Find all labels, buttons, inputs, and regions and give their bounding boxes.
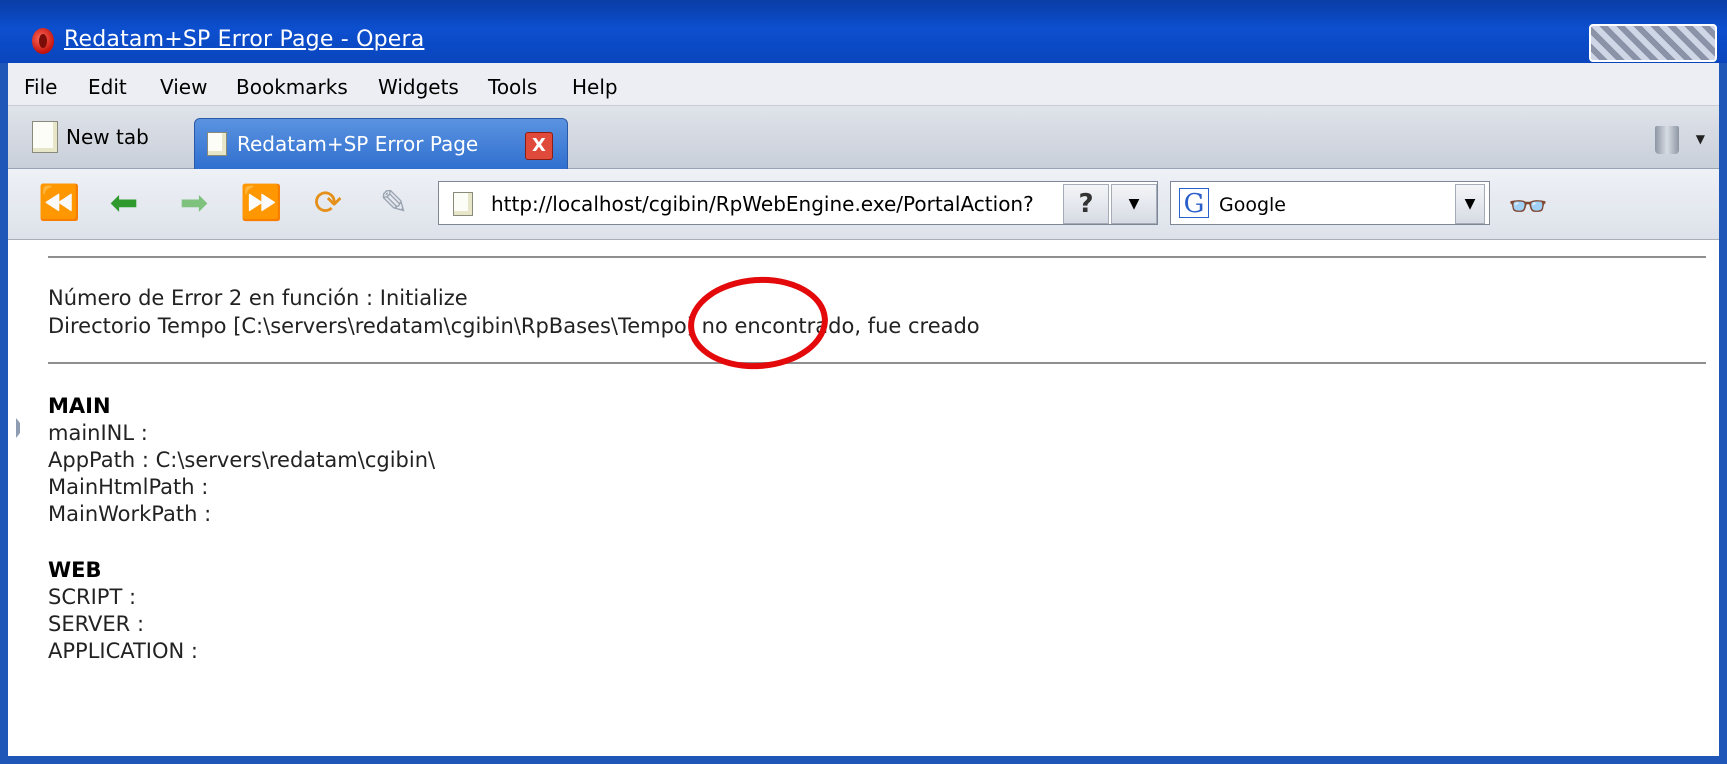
web-item-server: SERVER : (48, 612, 145, 636)
tab-active[interactable]: Redatam+SP Error Page X (194, 118, 568, 169)
section-heading-web: WEB (48, 558, 102, 582)
new-page-icon (32, 121, 58, 153)
menu-widgets[interactable]: Widgets (378, 75, 459, 99)
title-bar: Redatam+SP Error Page - Opera (0, 0, 1727, 63)
tab-bar: New tab Redatam+SP Error Page X ▼ (8, 106, 1719, 169)
error-number: Número de Error 2 en función : Initializ… (48, 286, 468, 310)
page-content: Número de Error 2 en función : Initializ… (20, 240, 1719, 756)
new-tab-button[interactable]: New tab (32, 113, 149, 161)
site-info-button[interactable]: ? (1063, 184, 1109, 224)
address-bar[interactable]: http://localhost/cgibin/RpWebEngine.exe/… (438, 181, 1158, 225)
back-icon[interactable]: ⬅ (104, 183, 144, 223)
opera-logo-icon (32, 28, 54, 54)
menu-help[interactable]: Help (572, 75, 618, 99)
fast-forward-icon[interactable]: ⏩ (240, 183, 282, 223)
window-controls[interactable] (1589, 24, 1717, 62)
main-item-mainhtmlpath: MainHtmlPath : (48, 475, 209, 499)
menu-bar: File Edit View Bookmarks Widgets Tools H… (8, 63, 1719, 106)
menu-edit[interactable]: Edit (88, 75, 127, 99)
navigation-toolbar: ⏪ ⬅ ➡ ⏩ ⟳ ✎ http://localhost/cgibin/RpWe… (8, 169, 1719, 240)
error-message: Directorio Tempo [C:\servers\redatam\cgi… (48, 314, 980, 338)
trash-icon[interactable] (1655, 126, 1679, 154)
chevron-down-icon[interactable]: ▼ (1696, 132, 1705, 146)
glasses-icon[interactable]: 👓 (1508, 187, 1548, 225)
page-icon (453, 192, 473, 216)
main-item-apppath: AppPath : C:\servers\redatam\cgibin\ (48, 448, 436, 472)
section-heading-main: MAIN (48, 394, 111, 418)
search-input[interactable]: Google (1219, 194, 1286, 216)
reload-icon[interactable]: ⟳ (308, 183, 348, 223)
menu-bookmarks[interactable]: Bookmarks (236, 75, 348, 99)
web-item-application: APPLICATION : (48, 639, 198, 663)
web-item-script: SCRIPT : (48, 585, 137, 609)
divider (48, 256, 1706, 258)
google-icon[interactable]: G (1179, 188, 1209, 219)
forward-icon[interactable]: ➡ (174, 183, 214, 223)
search-box[interactable]: G Google ▼ (1170, 181, 1490, 225)
divider (48, 362, 1706, 364)
tab-label: Redatam+SP Error Page (237, 132, 479, 156)
address-dropdown-icon[interactable]: ▼ (1111, 184, 1157, 224)
main-item-mainworkpath: MainWorkPath : (48, 502, 212, 526)
address-input[interactable]: http://localhost/cgibin/RpWebEngine.exe/… (491, 192, 1034, 216)
page-icon (207, 132, 227, 156)
edit-pen-icon[interactable]: ✎ (374, 183, 414, 223)
main-item-mainINL: mainINL : (48, 421, 148, 445)
window-title: Redatam+SP Error Page - Opera (64, 27, 425, 52)
new-tab-label: New tab (66, 125, 149, 149)
menu-tools[interactable]: Tools (488, 75, 537, 99)
menu-view[interactable]: View (160, 75, 207, 99)
rewind-icon[interactable]: ⏪ (38, 183, 80, 223)
close-tab-icon[interactable]: X (525, 132, 553, 160)
browser-window: Redatam+SP Error Page - Opera File Edit … (0, 0, 1727, 764)
menu-file[interactable]: File (24, 75, 57, 99)
search-dropdown-icon[interactable]: ▼ (1455, 184, 1485, 224)
